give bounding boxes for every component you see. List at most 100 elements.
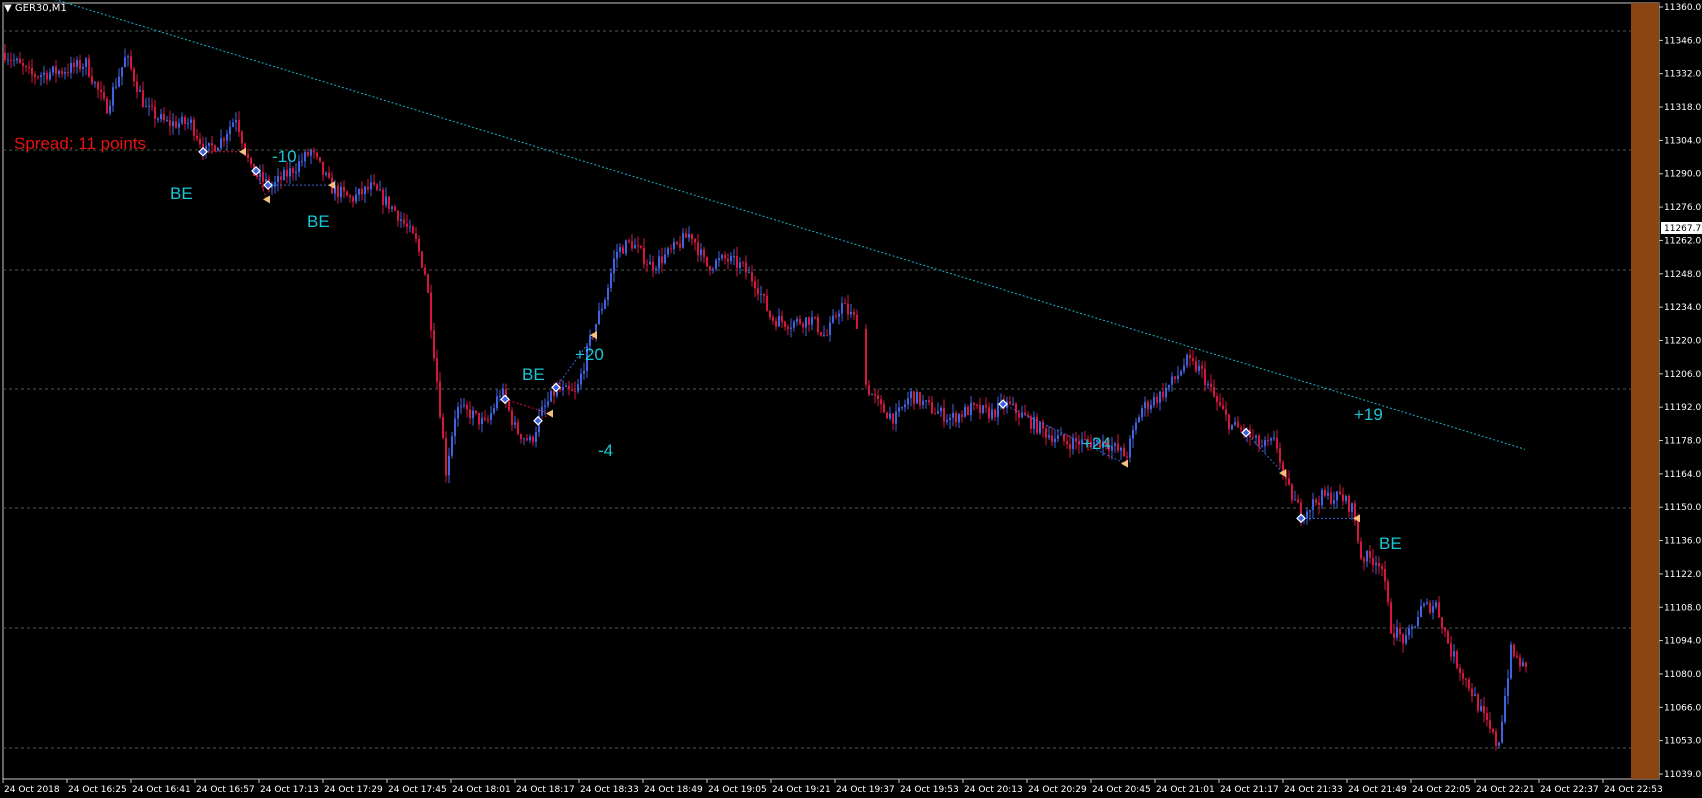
y-tick-label: 11136.0 bbox=[1664, 537, 1701, 547]
bull-candle bbox=[1309, 509, 1311, 512]
bull-candle bbox=[1177, 375, 1179, 380]
bear-candle bbox=[886, 412, 888, 419]
bull-candle bbox=[1510, 644, 1512, 679]
bear-candle bbox=[877, 395, 879, 399]
bear-candle bbox=[1291, 484, 1293, 501]
bull-candle bbox=[778, 316, 780, 327]
bear-candle bbox=[1174, 376, 1176, 380]
bull-candle bbox=[841, 303, 843, 314]
bull-candle bbox=[232, 122, 234, 127]
bear-candle bbox=[961, 414, 963, 417]
bull-candle bbox=[1411, 626, 1413, 629]
trade-result-label: BE bbox=[307, 212, 330, 231]
bear-candle bbox=[19, 58, 21, 64]
bull-candle bbox=[604, 300, 606, 309]
bear-candle bbox=[61, 70, 63, 74]
bull-candle bbox=[607, 287, 609, 301]
plot-frame bbox=[2, 2, 1660, 780]
x-tick-label: 24 Oct 20:13 bbox=[964, 785, 1023, 795]
bull-candle bbox=[871, 394, 873, 396]
bear-candle bbox=[1519, 656, 1521, 667]
bull-candle bbox=[385, 196, 387, 205]
bear-candle bbox=[1465, 678, 1467, 680]
bear-candle bbox=[292, 168, 294, 174]
y-tick-label: 11122.0 bbox=[1664, 570, 1701, 580]
bull-candle bbox=[1336, 491, 1338, 501]
x-tick-label: 24 Oct 16:41 bbox=[132, 785, 191, 795]
bull-candle bbox=[565, 385, 567, 388]
bull-candle bbox=[127, 56, 129, 58]
bull-candle bbox=[1072, 438, 1074, 450]
spread-label: Spread: 11 points bbox=[14, 134, 146, 153]
bull-candle bbox=[1501, 722, 1503, 743]
bull-candle bbox=[667, 248, 669, 255]
bear-candle bbox=[1051, 435, 1053, 443]
bear-candle bbox=[322, 161, 324, 175]
bull-candle bbox=[391, 206, 393, 209]
y-tick-label: 11164.0 bbox=[1664, 470, 1701, 480]
bear-candle bbox=[1324, 489, 1326, 496]
bull-candle bbox=[409, 226, 411, 228]
bull-candle bbox=[1264, 440, 1266, 447]
bull-candle bbox=[52, 66, 54, 73]
trendline-segment[interactable] bbox=[54, 0, 1526, 450]
bear-candle bbox=[742, 262, 744, 264]
bull-candle bbox=[190, 119, 192, 123]
bear-candle bbox=[1438, 602, 1440, 618]
bear-candle bbox=[919, 391, 921, 406]
bull-candle bbox=[925, 400, 927, 402]
bull-candle bbox=[217, 147, 219, 152]
bear-candle bbox=[73, 62, 75, 67]
bear-candle bbox=[511, 410, 513, 425]
bear-candle bbox=[466, 404, 468, 410]
bear-candle bbox=[313, 150, 315, 153]
bear-candle bbox=[661, 256, 663, 264]
bull-candle bbox=[1321, 489, 1323, 506]
bull-candle bbox=[1039, 421, 1041, 433]
bull-candle bbox=[952, 412, 954, 418]
bear-candle bbox=[1348, 495, 1350, 512]
symbol-title[interactable]: ▼ GER30,M1 bbox=[4, 3, 67, 14]
bull-candle bbox=[718, 258, 720, 261]
bull-candle bbox=[730, 256, 732, 262]
trade-result-label: BE bbox=[522, 365, 545, 384]
bear-candle bbox=[1471, 688, 1473, 697]
trendline[interactable] bbox=[54, 0, 1526, 450]
bear-candle bbox=[97, 82, 99, 90]
bull-candle bbox=[172, 121, 174, 126]
bear-candle bbox=[388, 196, 390, 209]
bull-candle bbox=[1366, 551, 1368, 562]
bull-candle bbox=[832, 315, 834, 323]
bear-candle bbox=[415, 233, 417, 240]
bear-candle bbox=[1117, 443, 1119, 451]
bull-candle bbox=[1261, 446, 1263, 448]
bull-candle bbox=[1405, 635, 1407, 644]
bear-candle bbox=[1240, 427, 1242, 430]
bear-candle bbox=[868, 384, 870, 395]
x-tick-label: 24 Oct 17:29 bbox=[324, 785, 383, 795]
x-tick-label: 24 Oct 18:49 bbox=[644, 785, 703, 795]
bear-candle bbox=[769, 310, 771, 318]
bull-candle bbox=[1255, 435, 1257, 438]
dropdown-triangle-icon[interactable]: ▼ bbox=[4, 3, 12, 14]
bear-candle bbox=[847, 303, 849, 315]
bull-candle bbox=[991, 409, 993, 419]
bull-candle bbox=[82, 67, 84, 70]
bull-candle bbox=[1012, 403, 1014, 405]
bull-candle bbox=[448, 455, 450, 476]
bear-candle bbox=[328, 172, 330, 178]
bull-candle bbox=[889, 413, 891, 419]
y-tick-label: 11276.0 bbox=[1664, 203, 1701, 213]
bear-candle bbox=[985, 405, 987, 408]
bear-candle bbox=[1237, 422, 1239, 428]
bear-candle bbox=[787, 326, 789, 329]
bull-candle bbox=[1294, 499, 1296, 501]
y-tick-label: 11318.0 bbox=[1664, 103, 1701, 113]
x-tick-label: 24 Oct 16:25 bbox=[68, 785, 127, 795]
bear-candle bbox=[826, 334, 828, 336]
bull-candle bbox=[577, 384, 579, 392]
bull-candle bbox=[157, 118, 159, 120]
y-tick-label: 11332.0 bbox=[1664, 70, 1701, 80]
price-chart[interactable]: 11360.0 11346.0 11332.0 11318.0 11304.0 11290… bbox=[0, 0, 1702, 798]
x-tick-label: 24 Oct 17:45 bbox=[388, 785, 447, 795]
